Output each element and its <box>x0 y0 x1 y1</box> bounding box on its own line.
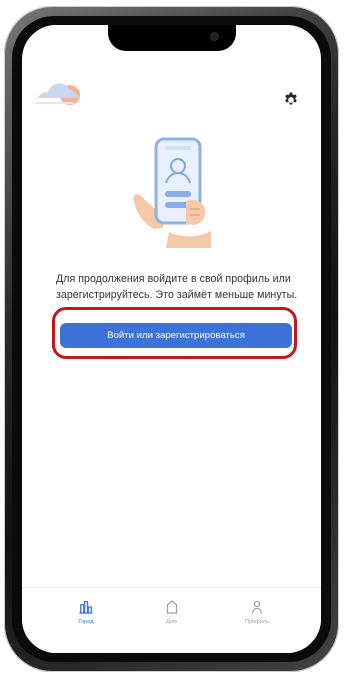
city-icon <box>77 598 95 616</box>
cloud-sun-illustration <box>32 79 84 113</box>
home-icon <box>163 598 181 616</box>
bottom-tab-bar: Город Дом Профиль <box>22 587 321 653</box>
phone-screen: Для продолжения войдите в свой профиль и… <box>22 25 321 653</box>
tab-label: Дом <box>166 619 177 625</box>
tab-city[interactable]: Город <box>56 598 116 626</box>
tab-label: Город <box>78 619 94 625</box>
notch <box>108 25 236 51</box>
login-register-button[interactable]: Войти или зарегистрироваться <box>60 323 292 348</box>
settings-button[interactable] <box>279 88 303 112</box>
tab-profile[interactable]: Профиль <box>227 598 287 626</box>
tab-label: Профиль <box>244 619 270 625</box>
phone-bezel: Для продолжения войдите в свой профиль и… <box>12 16 331 662</box>
page: Для продолжения войдите в свой профиль и… <box>0 0 345 681</box>
gear-icon <box>282 91 300 109</box>
auth-message: Для продолжения войдите в свой профиль и… <box>56 273 298 301</box>
phone-frame: Для продолжения войдите в свой профиль и… <box>4 6 339 672</box>
phone-hand-illustration <box>122 124 217 248</box>
front-camera <box>211 33 218 40</box>
tab-home[interactable]: Дом <box>142 598 202 626</box>
profile-icon <box>248 598 266 616</box>
